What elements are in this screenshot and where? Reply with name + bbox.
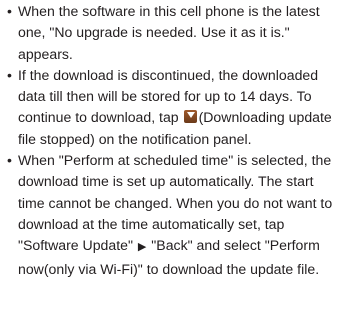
notes-page: • When the software in this cell phone i… (0, 0, 338, 320)
notes-list: • When the software in this cell phone i… (7, 1, 334, 280)
bullet: • (7, 66, 12, 83)
bullet: • (7, 152, 12, 169)
right-arrow-icon: ▶ (137, 241, 147, 254)
note-text: When the software in this cell phone is … (18, 3, 320, 62)
note-latest-software: • When the software in this cell phone i… (7, 1, 334, 65)
note-scheduled-time: • When "Perform at scheduled time" is se… (7, 150, 334, 280)
bullet: • (7, 3, 12, 19)
note-download-discontinued: • If the download is discontinued, the d… (7, 65, 334, 150)
download-stopped-icon (183, 110, 197, 124)
